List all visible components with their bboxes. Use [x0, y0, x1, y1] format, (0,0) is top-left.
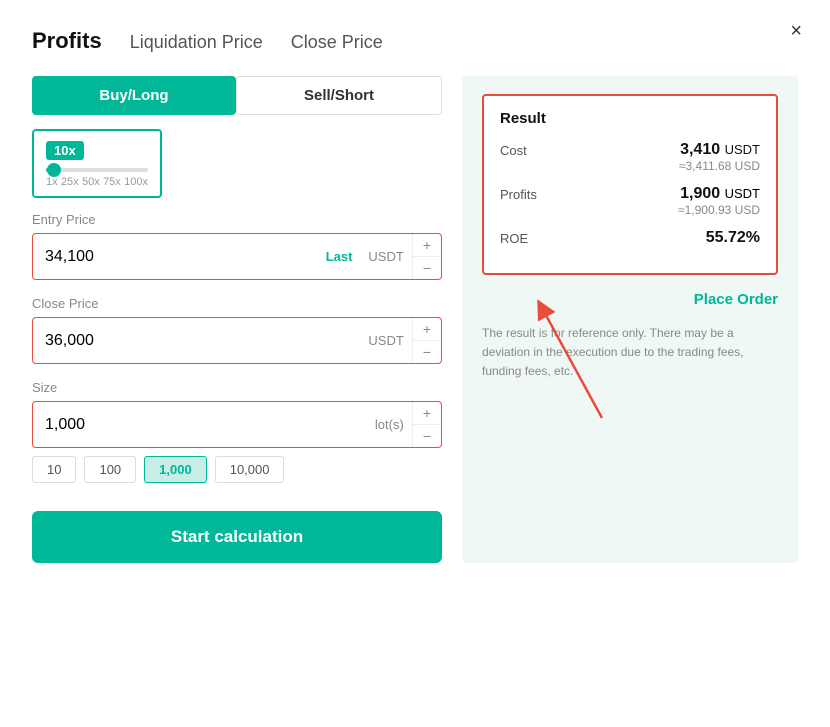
leverage-badge: 10x: [46, 141, 84, 160]
size-decrement[interactable]: −: [413, 425, 441, 447]
leverage-label-100x: 100x: [124, 176, 148, 188]
roe-amount: 55.72: [706, 229, 746, 246]
profits-usd: ≈1,900.93 USD: [678, 203, 760, 217]
tabs: Profits Liquidation Price Close Price: [32, 28, 798, 54]
profits-label: Profits: [500, 185, 537, 202]
preset-1000[interactable]: 1,000: [144, 456, 207, 483]
start-calculation-button[interactable]: Start calculation: [32, 511, 442, 563]
entry-price-increment[interactable]: +: [413, 234, 441, 257]
size-input[interactable]: [33, 406, 367, 444]
cost-row: Cost 3,410 USDT ≈3,411.68 USD: [500, 141, 760, 173]
entry-price-field: Last USDT + −: [32, 233, 442, 280]
tab-close-price[interactable]: Close Price: [291, 32, 383, 53]
leverage-slider[interactable]: [46, 168, 148, 172]
entry-price-label: Entry Price: [32, 212, 442, 227]
preset-10[interactable]: 10: [32, 456, 76, 483]
profits-amount: 1,900: [680, 185, 720, 202]
profits-value: 1,900 USDT ≈1,900.93 USD: [678, 185, 760, 217]
roe-row: ROE 55.72%: [500, 229, 760, 247]
cost-amount: 3,410: [680, 141, 720, 158]
entry-price-stepper: + −: [412, 234, 441, 279]
close-price-increment[interactable]: +: [413, 318, 441, 341]
leverage-label-25x: 25x: [61, 176, 79, 188]
left-panel: Buy/Long Sell/Short 10x 1x 25x 50x 75x 1…: [32, 76, 442, 563]
slider-thumb: [47, 163, 61, 177]
leverage-labels: 1x 25x 50x 75x 100x: [46, 176, 148, 188]
content-area: Buy/Long Sell/Short 10x 1x 25x 50x 75x 1…: [32, 76, 798, 563]
close-price-label: Close Price: [32, 296, 442, 311]
leverage-label-50x: 50x: [82, 176, 100, 188]
size-field: lot(s) + −: [32, 401, 442, 448]
entry-price-decrement[interactable]: −: [413, 257, 441, 279]
preset-100[interactable]: 100: [84, 456, 136, 483]
size-stepper: + −: [412, 402, 441, 447]
size-presets: 10 100 1,000 10,000: [32, 456, 442, 483]
close-price-stepper: + −: [412, 318, 441, 363]
disclaimer-text: The result is for reference only. There …: [482, 324, 778, 382]
roe-label: ROE: [500, 229, 528, 246]
leverage-section: 10x 1x 25x 50x 75x 100x: [32, 129, 162, 198]
right-panel: Result Cost 3,410 USDT ≈3,411.68 USD Pro…: [462, 76, 798, 563]
tab-liquidation[interactable]: Liquidation Price: [130, 32, 263, 53]
close-price-field: USDT + −: [32, 317, 442, 364]
result-title: Result: [500, 110, 760, 127]
tab-profits[interactable]: Profits: [32, 28, 102, 54]
leverage-label-75x: 75x: [103, 176, 121, 188]
cost-unit: USDT: [725, 142, 760, 157]
sell-short-button[interactable]: Sell/Short: [236, 76, 442, 115]
leverage-label-1x: 1x: [46, 176, 58, 188]
close-price-decrement[interactable]: −: [413, 341, 441, 363]
size-increment[interactable]: +: [413, 402, 441, 425]
trade-toggle: Buy/Long Sell/Short: [32, 76, 442, 115]
cost-usd: ≈3,411.68 USD: [679, 159, 760, 173]
place-order-link[interactable]: Place Order: [482, 291, 778, 308]
roe-value: 55.72%: [706, 229, 760, 247]
profits-row: Profits 1,900 USDT ≈1,900.93 USD: [500, 185, 760, 217]
size-unit: lot(s): [367, 417, 412, 432]
roe-unit: %: [746, 229, 760, 246]
close-price-input[interactable]: [33, 322, 360, 360]
entry-price-last: Last: [318, 249, 361, 264]
preset-10000[interactable]: 10,000: [215, 456, 285, 483]
buy-long-button[interactable]: Buy/Long: [32, 76, 236, 115]
cost-label: Cost: [500, 141, 527, 158]
close-button[interactable]: ×: [790, 20, 802, 43]
result-box: Result Cost 3,410 USDT ≈3,411.68 USD Pro…: [482, 94, 778, 275]
size-label: Size: [32, 380, 442, 395]
entry-price-unit: USDT: [360, 249, 411, 264]
profits-unit: USDT: [725, 186, 760, 201]
modal: × Profits Liquidation Price Close Price …: [0, 0, 830, 727]
entry-price-input[interactable]: [33, 238, 318, 276]
cost-value: 3,410 USDT ≈3,411.68 USD: [679, 141, 760, 173]
close-price-unit: USDT: [360, 333, 411, 348]
